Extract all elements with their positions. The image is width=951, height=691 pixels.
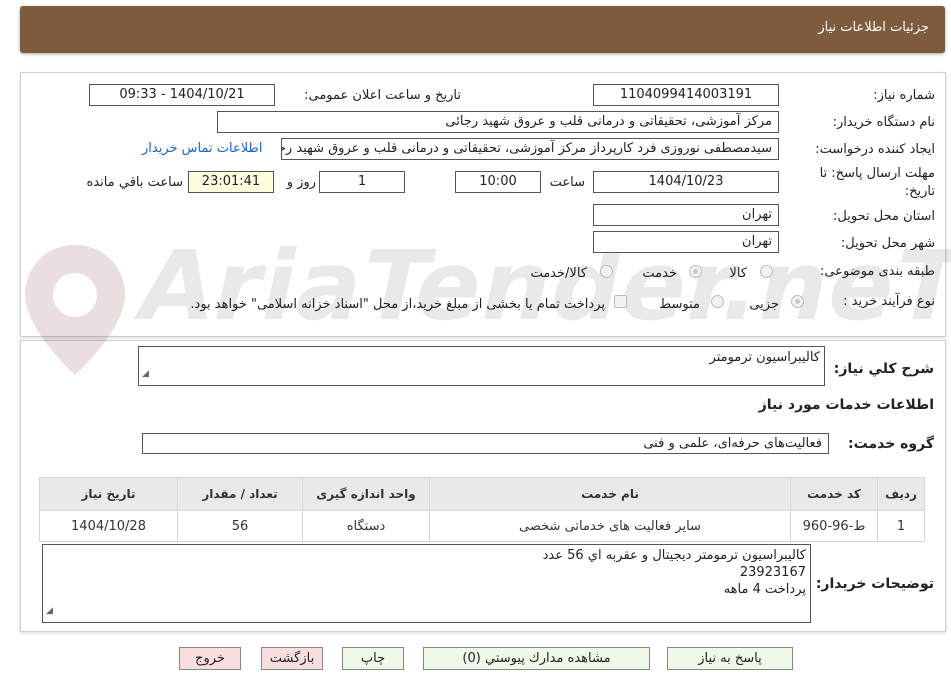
buyer-notes-line-1: كاليبراسيون ترمومتر ديجيتال و عقربه اي 5… [542, 548, 806, 563]
resize-grip-icon[interactable]: ◢ [46, 603, 53, 620]
need-number-label: شماره نیاز: [873, 88, 935, 103]
back-button[interactable]: بازگشت [261, 647, 323, 670]
creator-field[interactable]: سیدمصطفی نوروزی فرد کارپرداز مرکز آموزشی… [281, 138, 779, 160]
table-row: 1 ط-96-960 سایر فعالیت های خدماتی شخصی د… [39, 510, 925, 542]
category-option-goods-service: کالا/خدمت [530, 266, 587, 281]
days-label: روز و [286, 175, 316, 190]
table-header-row: رديف کد خدمت نام خدمت واحد اندازه گیری ت… [39, 477, 925, 511]
col-date: تاريخ نياز [39, 477, 178, 511]
buyer-notes-line-3: پرداخت 4 ماهه [723, 582, 806, 597]
deadline-date-label: تاریخ: [904, 184, 935, 199]
print-button[interactable]: چاپ [342, 647, 404, 670]
process-radio-minor[interactable] [791, 295, 804, 308]
category-label: طبقه بندی موضوعی: [819, 264, 935, 279]
category-option-goods: کالا [729, 266, 747, 281]
creator-label: ایجاد کننده درخواست: [815, 142, 935, 157]
deadline-label: مهلت ارسال پاسخ: تا [819, 166, 935, 181]
deadline-date-field[interactable]: 1404/10/23 [593, 171, 779, 193]
need-number-field[interactable]: 1104099414003191 [593, 84, 779, 106]
summary-label: شرح کلي نياز: [833, 361, 934, 377]
category-option-service: خدمت [642, 266, 677, 281]
buyer-org-field[interactable]: مرکز آموزشی، تحقیقاتی و درمانی قلب و عرو… [217, 111, 779, 133]
cell-row: 1 [877, 510, 925, 542]
announce-datetime-label: تاریخ و ساعت اعلان عمومی: [304, 88, 461, 103]
province-field[interactable]: تهران [593, 204, 779, 226]
buyer-contact-link[interactable]: اطلاعات تماس خریدار [142, 141, 262, 156]
col-code: کد خدمت [790, 477, 878, 511]
summary-textarea[interactable]: كاليبراسيون ترمومتر ◢ [138, 346, 825, 386]
deadline-time-label: ساعت [549, 175, 585, 190]
col-row: رديف [877, 477, 925, 511]
city-field[interactable]: تهران [593, 231, 779, 253]
province-label: استان محل تحویل: [833, 209, 935, 224]
category-radio-service[interactable] [689, 265, 702, 278]
services-table: رديف کد خدمت نام خدمت واحد اندازه گیری ت… [39, 477, 925, 542]
cell-unit: دستگاه [302, 510, 430, 542]
summary-text: كاليبراسيون ترمومتر [709, 350, 820, 365]
resize-grip-icon[interactable]: ◢ [142, 366, 149, 383]
buyer-notes-label: توضيحات خريدار: [815, 576, 934, 592]
cell-date: 1404/10/28 [39, 510, 178, 542]
remaining-days-field[interactable]: 1 [319, 171, 405, 193]
page-header: جزئیات اطلاعات نیاز [20, 6, 945, 53]
treasury-payment-checkbox[interactable] [614, 295, 627, 308]
exit-button[interactable]: خروج [179, 647, 241, 670]
city-label: شهر محل تحویل: [840, 236, 935, 251]
view-attachments-button[interactable]: مشاهده مدارك پيوستي (0) [423, 647, 650, 670]
treasury-payment-note: پرداخت تمام یا بخشی از مبلغ خرید،از محل … [190, 297, 605, 312]
announce-datetime-field[interactable]: 1404/10/21 - 09:33 [89, 84, 275, 106]
remaining-time-field[interactable]: 23:01:41 [188, 171, 274, 193]
buyer-notes-line-2: 23923167 [739, 565, 806, 580]
process-option-minor: جزیی [749, 297, 779, 312]
category-radio-goods-service[interactable] [600, 265, 613, 278]
cell-qty: 56 [177, 510, 303, 542]
services-section-title: اطلاعات خدمات مورد نياز [758, 397, 934, 413]
service-group-label: گروه خدمت: [848, 436, 934, 452]
reply-button[interactable]: پاسخ به نياز [667, 647, 793, 670]
buyer-org-label: نام دستگاه خریدار: [832, 115, 935, 130]
buyer-notes-textarea[interactable]: كاليبراسيون ترمومتر ديجيتال و عقربه اي 5… [42, 544, 811, 623]
cell-code: ط-96-960 [790, 510, 878, 542]
deadline-time-field[interactable]: 10:00 [455, 171, 541, 193]
col-name: نام خدمت [429, 477, 791, 511]
process-label: نوع فرآیند خرید : [843, 294, 935, 309]
category-radio-goods[interactable] [760, 265, 773, 278]
col-qty: تعداد / مقدار [177, 477, 303, 511]
service-group-field[interactable]: فعالیت‌های حرفه‌ای، علمی و فنی [142, 433, 829, 454]
page-title: جزئیات اطلاعات نیاز [818, 20, 929, 35]
process-option-medium: متوسط [659, 297, 700, 312]
remaining-time-label: ساعت باقي مانده [86, 175, 183, 190]
process-radio-medium[interactable] [711, 295, 724, 308]
cell-name: سایر فعالیت های خدماتی شخصی [429, 510, 791, 542]
col-unit: واحد اندازه گیری [302, 477, 430, 511]
